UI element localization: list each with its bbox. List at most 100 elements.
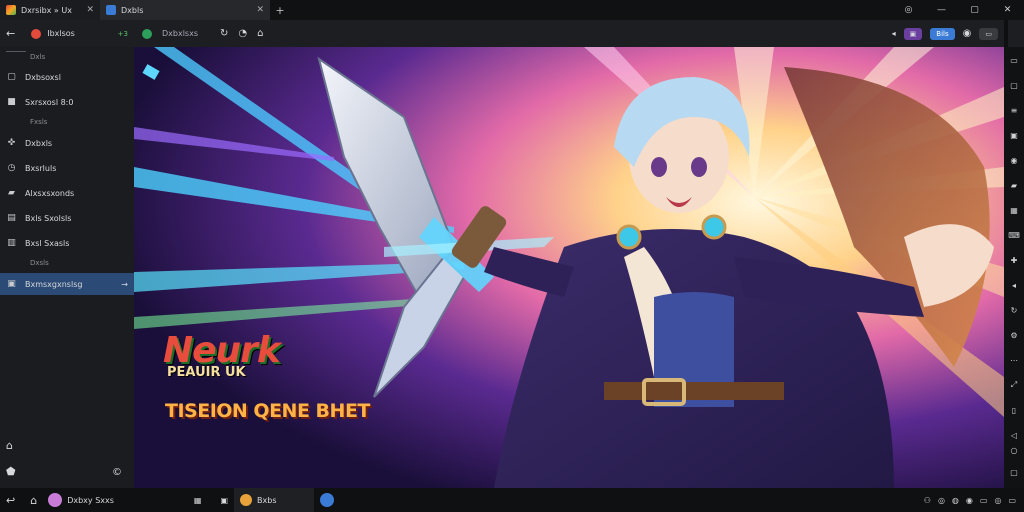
- new-tab-button[interactable]: +: [270, 4, 290, 17]
- more-icon[interactable]: ⋯: [1009, 355, 1019, 365]
- sidebar-divider: [6, 51, 26, 52]
- badge-count: +3: [117, 29, 128, 38]
- home-icon[interactable]: ⌂: [30, 494, 37, 507]
- sidebar-item-0[interactable]: ▢ Dxbsoxsl: [0, 69, 134, 85]
- keyboard-icon[interactable]: ▭: [980, 496, 988, 505]
- record-icon[interactable]: ◉: [1009, 155, 1019, 165]
- sidebar-item-7[interactable]: ▣ Bxmsxgxnslsg →: [0, 273, 134, 295]
- globe-icon[interactable]: ◉: [966, 496, 973, 505]
- logo-line-3: TISEION QENE BHET: [165, 400, 370, 422]
- sidebar-item-label: Dxbsoxsl: [25, 72, 61, 82]
- assistant-icon[interactable]: [320, 493, 335, 507]
- toolbar-address: Dxbxlsxs ↻ ◔ ⌂: [134, 28, 263, 39]
- taskbar-left: ↩ ⌂ Dxbxy Sxxs: [0, 488, 120, 512]
- taskbar-window[interactable]: Bxbs: [234, 488, 315, 512]
- grid-icon[interactable]: ▦: [194, 496, 202, 505]
- sidebar-item-label: Sxrsxosl 8:0: [25, 97, 74, 107]
- grid-icon[interactable]: ▦: [1009, 205, 1019, 215]
- sidebar-item-label: Bxls Sxolsls: [25, 213, 72, 223]
- folder-icon[interactable]: ▰: [1009, 180, 1019, 190]
- share-icon[interactable]: ⚇: [924, 496, 931, 505]
- app-favicon-icon: [6, 5, 16, 15]
- toolbar: ← Ibxlsos +3 Dxbxlsxs ↻ ◔ ⌂ ◂ ▣ Bils ◉ ▭: [0, 20, 1024, 47]
- system-tray: ⚇ ◎ ◍ ◉ ▭ ◎ ▭: [924, 496, 1024, 505]
- recent-icon[interactable]: ▢: [1009, 467, 1019, 477]
- settings-icon[interactable]: ⚙: [1009, 330, 1019, 340]
- gamepad-icon[interactable]: ✚: [1009, 255, 1019, 265]
- tab-2[interactable]: Dxbls ✕: [100, 0, 270, 20]
- back-arrow-icon[interactable]: ←: [6, 27, 15, 40]
- volume-icon[interactable]: ◂: [1009, 280, 1019, 290]
- sidebar-item-3[interactable]: ◷ Bxsrluls: [0, 160, 134, 176]
- expand-icon[interactable]: ⤢: [1009, 380, 1019, 390]
- rotate-icon[interactable]: ↻: [1009, 305, 1019, 315]
- home-icon[interactable]: ⌂: [257, 28, 263, 39]
- sidebar-item-label: Alxsxsxonds: [25, 188, 75, 198]
- sidebar-section-label: Fxsls: [30, 118, 48, 126]
- copyright-icon[interactable]: ©: [112, 467, 122, 478]
- puzzle-icon: ✜: [7, 138, 16, 148]
- folder-open-icon: ▰: [8, 188, 15, 198]
- window-icon[interactable]: ▣: [220, 496, 228, 505]
- settings-icon[interactable]: ◉: [963, 28, 972, 39]
- account-icon[interactable]: ◎: [892, 5, 925, 15]
- close-icon[interactable]: ✕: [256, 5, 264, 15]
- browser-tab-bar: Dxrsibx » Ux ✕ Dxbls ✕ + ◎ — ▢ ✕: [0, 0, 1024, 20]
- sidebar: Dxls ▢ Dxbsoxsl ■ Sxrsxosl 8:0 Fxsls ✜ D…: [0, 47, 134, 488]
- home-icon[interactable]: ○: [1009, 445, 1019, 455]
- site-icon: [142, 28, 152, 39]
- sidebar-top-label: Dxls: [30, 53, 46, 61]
- reload-icon[interactable]: ↻: [220, 28, 228, 39]
- tab-2-label: Dxbls: [121, 5, 144, 15]
- game-logo: Neurk PEAUIR UK TISEION QENE BHET: [163, 330, 370, 422]
- sidebar-item-6[interactable]: ▥ Bxsl Sxasls: [0, 235, 134, 251]
- keyboard-icon[interactable]: ⌨: [1008, 230, 1020, 240]
- address-label[interactable]: Dxbxlsxs: [162, 29, 198, 38]
- taskbar-extra: [314, 488, 340, 512]
- right-toolbar: ▭ ▢ ≡ ▣ ◉ ▰ ▦ ⌨ ✚ ◂ ↻ ⚙ ⋯ ⤢ ▯ ◁ ○ ▢: [1004, 47, 1024, 488]
- sidebar-icon[interactable]: ▭: [1009, 55, 1019, 65]
- tab-1[interactable]: Dxrsibx » Ux ✕: [0, 0, 100, 20]
- screen-icon[interactable]: ▢: [1009, 80, 1019, 90]
- back-icon[interactable]: ↩: [6, 494, 15, 507]
- back-icon[interactable]: ◁: [1009, 430, 1019, 440]
- sidebar-item-label: Bxsrluls: [25, 163, 57, 173]
- sidebar-item-5[interactable]: ▤ Bxls Sxolsls: [0, 210, 134, 226]
- gear-icon: ▣: [7, 279, 16, 289]
- battery-icon[interactable]: ▭: [1008, 496, 1016, 505]
- taskbar-app-label[interactable]: Dxbxy Sxxs: [67, 496, 114, 505]
- browser-favicon-icon: [106, 5, 116, 15]
- blue-chip-button[interactable]: Bils: [930, 27, 955, 40]
- settings-icon[interactable]: ◎: [994, 496, 1001, 505]
- arrow-icon: →: [121, 279, 128, 289]
- purple-chip[interactable]: ▣: [903, 27, 923, 40]
- toolbar-left: ← Ibxlsos +3: [0, 27, 134, 40]
- maximize-icon[interactable]: ▢: [958, 5, 991, 15]
- list-icon[interactable]: ≡: [1009, 105, 1019, 115]
- screen-icon[interactable]: ▭: [979, 27, 998, 40]
- phone-icon[interactable]: ▯: [1009, 405, 1019, 415]
- sidebar-item-2[interactable]: ✜ Dxbxls: [0, 135, 134, 151]
- speaker-icon[interactable]: ◂: [892, 29, 896, 38]
- taskbar-window-label: Bxbs: [257, 495, 277, 505]
- gamepad-icon[interactable]: ◎: [938, 496, 945, 505]
- hero-artwork: Neurk PEAUIR UK TISEION QENE BHET: [134, 47, 1004, 488]
- window-favicon-icon: [240, 494, 253, 506]
- clock-icon: ◷: [7, 163, 16, 173]
- chat-icon[interactable]: ◍: [952, 496, 959, 505]
- sidebar-item-label: Dxbxls: [25, 138, 53, 148]
- page-icon: ▢: [7, 72, 16, 82]
- close-window-icon[interactable]: ✕: [991, 5, 1024, 15]
- taskbar: ↩ ⌂ Dxbxy Sxxs ▦ ▣ Bxbs ⚇ ◎ ◍ ◉ ▭ ◎ ▭: [0, 488, 1024, 512]
- folder-icon: ■: [7, 97, 16, 107]
- profile-label[interactable]: Ibxlsos: [47, 29, 75, 38]
- close-icon[interactable]: ✕: [86, 5, 94, 15]
- sidebar-item-1[interactable]: ■ Sxrsxosl 8:0: [0, 94, 134, 110]
- minimize-icon[interactable]: —: [925, 5, 958, 15]
- home-outline-icon[interactable]: ⌂: [6, 439, 13, 452]
- sidebar-item-4[interactable]: ▰ Alxsxsxonds: [0, 185, 134, 201]
- camera-icon[interactable]: ▣: [1009, 130, 1019, 140]
- compass-icon[interactable]: ◔: [238, 28, 247, 39]
- shield-icon[interactable]: ⬟: [6, 465, 16, 478]
- book-icon: ▤: [7, 213, 16, 223]
